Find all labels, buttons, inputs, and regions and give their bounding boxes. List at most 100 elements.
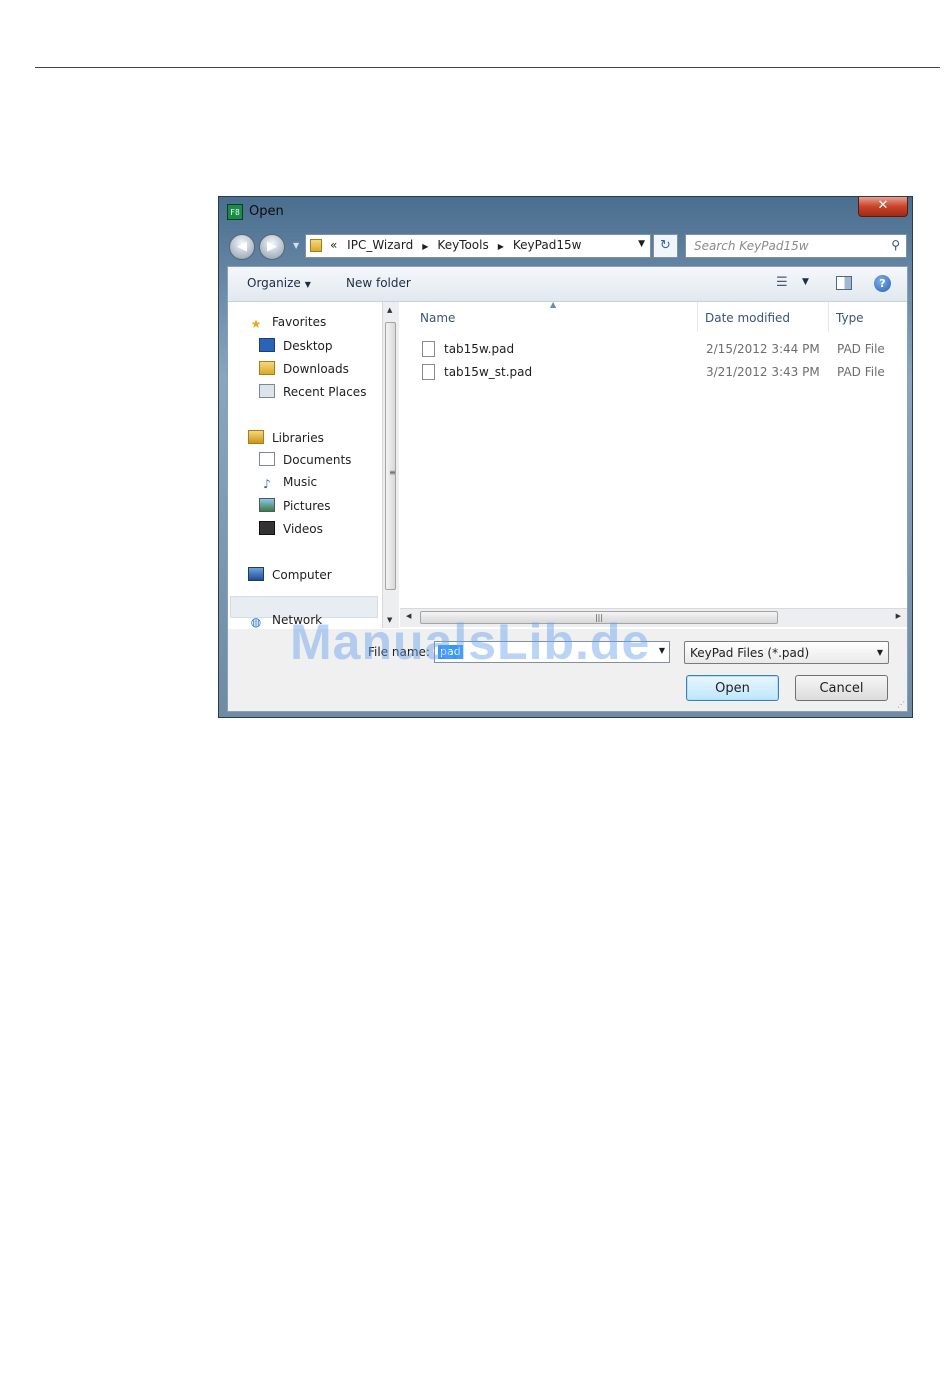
back-button[interactable]: ◀ [229, 234, 255, 260]
search-input[interactable]: Search KeyPad15w ⚲ [685, 234, 907, 258]
nav-network[interactable]: ◍ Network [248, 613, 322, 629]
history-dropdown-icon[interactable]: ▼ [293, 241, 299, 250]
app-icon: F8 [227, 204, 243, 220]
preview-pane-icon[interactable] [836, 276, 852, 290]
scroll-down-icon[interactable]: ▼ [387, 616, 392, 624]
h-scroll-thumb[interactable]: ||| [420, 611, 778, 624]
nav-scrollbar[interactable]: ▲ ≡ ▼ [382, 302, 399, 628]
forward-arrow-icon: ▶ [267, 239, 277, 254]
nav-videos-label: Videos [283, 522, 323, 536]
file-name: tab15w.pad [444, 342, 515, 356]
nav-videos[interactable]: Videos [259, 521, 323, 536]
filetype-select[interactable]: KeyPad Files (*.pad) ▼ [684, 641, 889, 664]
breadcrumb-keypad15w[interactable]: KeyPad15w [513, 238, 582, 252]
nav-computer[interactable]: Computer [248, 567, 332, 582]
horizontal-scrollbar[interactable]: ◀ ||| ▶ [400, 608, 907, 627]
organize-label: Organize [247, 276, 301, 290]
nav-desktop-label: Desktop [283, 339, 333, 353]
file-row[interactable]: tab15w_st.pad 3/21/2012 3:43 PM PAD File [400, 362, 907, 382]
close-button[interactable]: ✕ [858, 197, 908, 217]
open-button[interactable]: Open [686, 675, 779, 701]
scroll-left-icon[interactable]: ◀ [406, 612, 411, 620]
nav-favorites-label: Favorites [272, 315, 327, 329]
new-folder-button[interactable]: New folder [346, 276, 411, 290]
open-dialog: F8 Open ✕ ◀ ▶ ▼ « IPC_Wizard ▶ KeyTools ▶ Ke… [218, 196, 913, 718]
command-bar: Organize ▼ New folder ☰ ▼ ? [228, 267, 907, 302]
filename-input[interactable]: pad ▼ [434, 641, 670, 663]
views-dropdown-icon[interactable]: ▼ [802, 277, 809, 287]
nav-recent-places[interactable]: Recent Places [259, 384, 366, 399]
filetype-value: KeyPad Files (*.pad) [690, 646, 810, 660]
nav-scroll-thumb[interactable]: ≡ [385, 322, 396, 590]
organize-button[interactable]: Organize ▼ [247, 276, 311, 290]
nav-music[interactable]: ♪ Music [259, 475, 317, 491]
nav-network-label: Network [272, 613, 323, 627]
libraries-icon [248, 430, 264, 444]
music-icon: ♪ [263, 477, 271, 491]
breadcrumb-keytools[interactable]: KeyTools [437, 238, 488, 252]
network-icon: ◍ [250, 615, 262, 629]
views-icon[interactable]: ☰ [776, 275, 788, 290]
cancel-button[interactable]: Cancel [795, 675, 888, 701]
title-bar: F8 Open ✕ [219, 197, 912, 229]
recent-places-icon [259, 384, 275, 398]
computer-icon [248, 567, 264, 581]
filename-label: File name: [368, 645, 430, 659]
help-icon[interactable]: ? [874, 275, 891, 292]
page-rule [35, 67, 940, 68]
file-icon [422, 364, 435, 380]
search-placeholder: Search KeyPad15w [694, 239, 809, 253]
nav-music-label: Music [283, 475, 318, 489]
nav-downloads-label: Downloads [283, 362, 349, 376]
breadcrumb-separator-icon[interactable]: ▶ [422, 242, 428, 251]
organize-dropdown-icon: ▼ [304, 280, 311, 289]
nav-libraries-label: Libraries [272, 431, 324, 445]
filetype-dropdown-icon: ▼ [876, 648, 883, 657]
breadcrumb: « IPC_Wizard ▶ KeyTools ▶ KeyPad15w [330, 238, 581, 252]
address-bar[interactable]: « IPC_Wizard ▶ KeyTools ▶ KeyPad15w ▼ [305, 234, 651, 258]
videos-icon [259, 521, 275, 535]
column-divider[interactable] [697, 302, 698, 332]
nav-pictures[interactable]: Pictures [259, 498, 331, 513]
forward-button[interactable]: ▶ [259, 234, 285, 260]
dialog-title: Open [249, 204, 284, 219]
folder-icon [310, 239, 322, 252]
navigation-pane: ★ Favorites Desktop Downloads Recent Plac… [228, 302, 380, 629]
scroll-right-icon[interactable]: ▶ [896, 612, 901, 620]
breadcrumb-separator-icon[interactable]: ▶ [498, 242, 504, 251]
file-name: tab15w_st.pad [444, 365, 533, 379]
address-dropdown-icon[interactable]: ▼ [638, 239, 645, 249]
content-area: Organize ▼ New folder ☰ ▼ ? ★ Favorites De… [227, 266, 908, 712]
scroll-up-icon[interactable]: ▲ [387, 306, 392, 314]
filename-dropdown-icon[interactable]: ▼ [659, 646, 665, 655]
nav-favorites[interactable]: ★ Favorites [248, 315, 327, 331]
search-icon[interactable]: ⚲ [891, 238, 900, 252]
nav-downloads[interactable]: Downloads [259, 361, 349, 376]
nav-desktop[interactable]: Desktop [259, 338, 333, 353]
file-list: ▲ Name Date modified Type tab15w.pad 2/1… [400, 300, 907, 608]
back-arrow-icon: ◀ [237, 239, 247, 254]
documents-icon [259, 452, 275, 466]
dialog-footer: File name: pad ▼ KeyPad Files (*.pad) ▼ … [228, 629, 907, 711]
file-date: 3/21/2012 3:43 PM [706, 365, 820, 379]
breadcrumb-ipc-wizard[interactable]: IPC_Wizard [347, 238, 413, 252]
nav-pictures-label: Pictures [283, 499, 331, 513]
downloads-icon [259, 361, 275, 375]
desktop-icon [259, 338, 275, 352]
breadcrumb-overflow[interactable]: « [330, 238, 337, 252]
filename-selected-text: pad [438, 645, 463, 659]
nav-libraries[interactable]: Libraries [248, 430, 324, 445]
nav-documents[interactable]: Documents [259, 452, 351, 467]
refresh-button[interactable]: ↻ [653, 234, 678, 258]
refresh-icon: ↻ [660, 238, 671, 253]
column-header-type[interactable]: Type [836, 311, 864, 325]
nav-documents-label: Documents [283, 453, 352, 467]
sort-ascending-icon: ▲ [550, 300, 557, 309]
resize-grip-icon[interactable]: ⋰ [897, 700, 905, 709]
file-row[interactable]: tab15w.pad 2/15/2012 3:44 PM PAD File [400, 339, 907, 359]
column-header-date-modified[interactable]: Date modified [705, 311, 790, 325]
column-divider[interactable] [828, 302, 829, 332]
nav-computer-label: Computer [272, 568, 332, 582]
column-header-name[interactable]: Name [420, 311, 455, 325]
file-type: PAD File [837, 342, 885, 356]
